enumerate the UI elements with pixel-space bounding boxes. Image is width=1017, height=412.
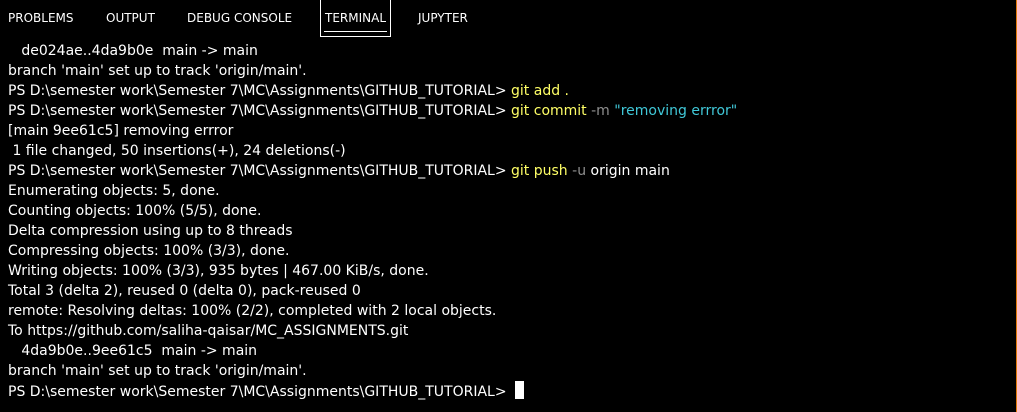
terminal-line: branch 'main' set up to track 'origin/ma…	[8, 63, 307, 79]
text-cursor	[515, 381, 525, 399]
tab-debug-console[interactable]: DEBUG CONSOLE	[187, 0, 292, 36]
terminal-command-line: PS D:\semester work\Semester 7\MC\Assign…	[8, 161, 670, 181]
tab-jupyter[interactable]: JUPYTER	[418, 0, 468, 36]
command-text: git commit	[511, 103, 587, 119]
terminal-line: Delta compression using up to 8 threads	[8, 223, 293, 239]
command-flag: -m	[591, 103, 610, 119]
terminal-command-line: PS D:\semester work\Semester 7\MC\Assign…	[8, 81, 569, 101]
tab-terminal-label: TERMINAL	[325, 11, 387, 25]
command-text: git push	[511, 163, 568, 179]
terminal-line: Writing objects: 100% (3/3), 935 bytes |…	[8, 263, 429, 279]
terminal-line: remote: Resolving deltas: 100% (2/2), co…	[8, 303, 497, 319]
terminal-line: [main 9ee61c5] removing errror	[8, 123, 234, 139]
command-args: origin main	[590, 163, 670, 179]
terminal-panel: PROBLEMS OUTPUT DEBUG CONSOLE TERMINAL J…	[0, 0, 1017, 412]
prompt-text: PS D:\semester work\Semester 7\MC\Assign…	[8, 103, 512, 119]
tab-problems[interactable]: PROBLEMS	[8, 0, 74, 36]
terminal-output[interactable]: de024ae..4da9b0e main -> main branch 'ma…	[0, 40, 1015, 412]
terminal-line: 4da9b0e..9ee61c5 main -> main	[8, 343, 258, 359]
terminal-command-line: PS D:\semester work\Semester 7\MC\Assign…	[8, 101, 737, 121]
terminal-line[interactable]: To https://github.com/saliha-qaisar/MC_A…	[8, 321, 408, 341]
terminal-line: Enumerating objects: 5, done.	[8, 183, 220, 199]
prompt-text: PS D:\semester work\Semester 7\MC\Assign…	[8, 384, 512, 400]
prompt-text: PS D:\semester work\Semester 7\MC\Assign…	[8, 163, 512, 179]
command-text: git add .	[511, 83, 569, 99]
command-flag: -u	[572, 163, 587, 179]
terminal-line: Compressing objects: 100% (3/3), done.	[8, 243, 290, 259]
terminal-line: de024ae..4da9b0e main -> main	[8, 43, 258, 59]
terminal-line: branch 'main' set up to track 'origin/ma…	[8, 363, 307, 379]
active-tab-indicator	[324, 31, 388, 32]
terminal-input-line[interactable]: PS D:\semester work\Semester 7\MC\Assign…	[8, 381, 525, 401]
command-string: "removing errror"	[614, 103, 738, 119]
tab-terminal[interactable]: TERMINAL	[320, 0, 392, 37]
prompt-text: PS D:\semester work\Semester 7\MC\Assign…	[8, 83, 512, 99]
panel-tab-bar: PROBLEMS OUTPUT DEBUG CONSOLE TERMINAL J…	[0, 0, 1016, 37]
tab-output[interactable]: OUTPUT	[106, 0, 155, 36]
terminal-line: 1 file changed, 50 insertions(+), 24 del…	[8, 143, 346, 159]
terminal-line: Counting objects: 100% (5/5), done.	[8, 203, 262, 219]
terminal-line: Total 3 (delta 2), reused 0 (delta 0), p…	[8, 283, 361, 299]
